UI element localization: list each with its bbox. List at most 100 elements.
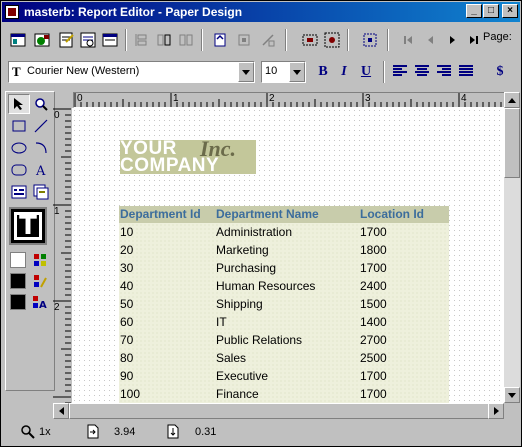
data-model-icon[interactable]	[7, 29, 29, 51]
rectangle-tool-icon[interactable]	[8, 116, 30, 136]
ruler-h-label: 1	[173, 93, 179, 104]
department-name-cell: Finance	[216, 387, 259, 401]
location-id-cell: 1700	[360, 369, 387, 383]
zoom-icon	[21, 425, 35, 442]
department-id-cell: 80	[120, 351, 134, 365]
column-header[interactable]: Department Id	[120, 207, 201, 221]
truetype-icon: T	[12, 64, 21, 79]
italic-button[interactable]: I	[335, 63, 353, 81]
table-row[interactable]: 20 Marketing 1800	[119, 241, 449, 259]
horizontal-scrollbar[interactable]	[53, 403, 504, 419]
select-children-icon[interactable]	[321, 29, 343, 51]
fill-color-icon[interactable]	[29, 250, 51, 270]
app-icon[interactable]	[5, 5, 19, 19]
align-right-icon[interactable]	[433, 60, 455, 82]
group-objects-icon[interactable]	[153, 29, 175, 51]
table-row[interactable]: 60 IT 1400	[119, 313, 449, 331]
frame-tool-icon[interactable]	[30, 182, 52, 202]
vertical-scrollbar[interactable]	[504, 92, 520, 403]
next-page-icon[interactable]	[441, 29, 463, 51]
table-row[interactable]: 40 Human Resources 2400	[119, 277, 449, 295]
location-id-cell: 1400	[360, 315, 387, 329]
table-row[interactable]: 50 Shipping 1500	[119, 295, 449, 313]
text-color-swatch[interactable]	[10, 294, 26, 310]
paper-layout-icon[interactable]	[55, 29, 77, 51]
bold-button[interactable]: B	[314, 63, 332, 81]
department-name-cell: Shipping	[216, 297, 263, 311]
vertical-scroll-thumb[interactable]	[504, 108, 520, 178]
align-left-icon[interactable]	[389, 60, 411, 82]
table-row[interactable]: 30 Purchasing 1700	[119, 259, 449, 277]
scroll-right-icon[interactable]	[488, 403, 504, 419]
department-name-cell: Sales	[216, 351, 247, 365]
report-canvas[interactable]: YOUR Inc. COMPANY Department Id Departme…	[72, 108, 504, 403]
status-bar: 1x 3.94 0.31	[3, 421, 519, 445]
table-row[interactable]: 80 Sales 2500	[119, 349, 449, 367]
chevron-down-icon[interactable]	[289, 62, 305, 82]
frame-select-icon[interactable]	[359, 29, 381, 51]
scroll-down-icon[interactable]	[504, 387, 520, 403]
title-bar[interactable]: masterb: Report Editor - Paper Design _ …	[2, 2, 520, 22]
arc-tool-icon[interactable]	[30, 138, 52, 158]
maximize-button[interactable]: □	[483, 4, 499, 18]
horizontal-scroll-thumb[interactable]	[69, 403, 489, 419]
currency-button[interactable]: $	[491, 63, 509, 81]
minimize-button[interactable]: _	[466, 4, 482, 18]
select-parent-frame-icon[interactable]	[299, 29, 321, 51]
location-id-cell: 1800	[360, 243, 387, 257]
ungroup-objects-icon[interactable]	[175, 29, 197, 51]
font-name-value: Courier New (Western)	[27, 65, 140, 77]
vertical-ruler-ticks	[53, 108, 71, 403]
table-row[interactable]: 90 Executive 1700	[119, 367, 449, 385]
department-name-cell: Public Relations	[216, 333, 303, 347]
field-tool-icon[interactable]	[8, 182, 30, 202]
column-header[interactable]: Department Name	[216, 207, 319, 221]
x-position-value: 3.94	[114, 426, 136, 438]
previous-page-icon[interactable]	[419, 29, 441, 51]
justify-icon[interactable]	[455, 60, 477, 82]
fill-color-swatch[interactable]	[10, 252, 26, 268]
confine-mode-icon[interactable]	[209, 29, 231, 51]
flex-mode-icon[interactable]	[233, 29, 255, 51]
line-tool-icon[interactable]	[30, 116, 52, 136]
link-file-icon[interactable]	[257, 29, 279, 51]
paper-design-icon[interactable]	[77, 29, 99, 51]
font-size-combo[interactable]: 10	[261, 61, 306, 83]
text-color-icon[interactable]: A	[29, 292, 51, 312]
chevron-down-icon[interactable]	[238, 62, 254, 82]
line-color-icon[interactable]	[29, 271, 51, 291]
scroll-up-icon[interactable]	[504, 92, 520, 108]
department-name-cell: Administration	[216, 225, 293, 239]
magnify-icon[interactable]	[30, 94, 52, 114]
ellipse-tool-icon[interactable]	[8, 138, 30, 158]
ruler-h-label: 2	[269, 93, 275, 104]
department-name-cell: Human Resources	[216, 279, 316, 293]
rounded-rectangle-tool-icon[interactable]	[8, 160, 30, 180]
company-logo[interactable]: YOUR Inc. COMPANY	[120, 138, 256, 175]
align-objects-icon[interactable]	[131, 29, 153, 51]
department-name-cell: IT	[216, 315, 227, 329]
table-row[interactable]: 10 Administration 1700	[119, 223, 449, 241]
close-button[interactable]: ×	[502, 4, 518, 18]
department-id-cell: 20	[120, 243, 134, 257]
select-arrow-icon[interactable]	[8, 94, 30, 114]
font-name-combo[interactable]: T Courier New (Western)	[8, 61, 255, 83]
column-header[interactable]: Location Id	[360, 207, 424, 221]
first-page-icon[interactable]	[397, 29, 419, 51]
underline-button[interactable]: U	[357, 63, 375, 81]
parameter-form-icon[interactable]	[99, 29, 121, 51]
text-format-icon[interactable]: T	[9, 207, 47, 245]
align-center-icon[interactable]	[411, 60, 433, 82]
line-color-swatch[interactable]	[10, 273, 26, 289]
scroll-left-icon[interactable]	[53, 403, 69, 419]
ruler-h-label: 4	[461, 93, 467, 104]
table-header: Department Id Department Name Location I…	[119, 206, 449, 223]
web-source-icon[interactable]	[31, 29, 53, 51]
text-tool-icon[interactable]: A	[30, 160, 52, 180]
location-id-cell: 1700	[360, 387, 387, 401]
table-row[interactable]: 70 Public Relations 2700	[119, 331, 449, 349]
table-row[interactable]: 100 Finance 1700	[119, 385, 449, 403]
svg-text:A: A	[35, 164, 46, 177]
y-position-value: 0.31	[195, 426, 217, 438]
last-page-icon[interactable]	[463, 29, 485, 51]
